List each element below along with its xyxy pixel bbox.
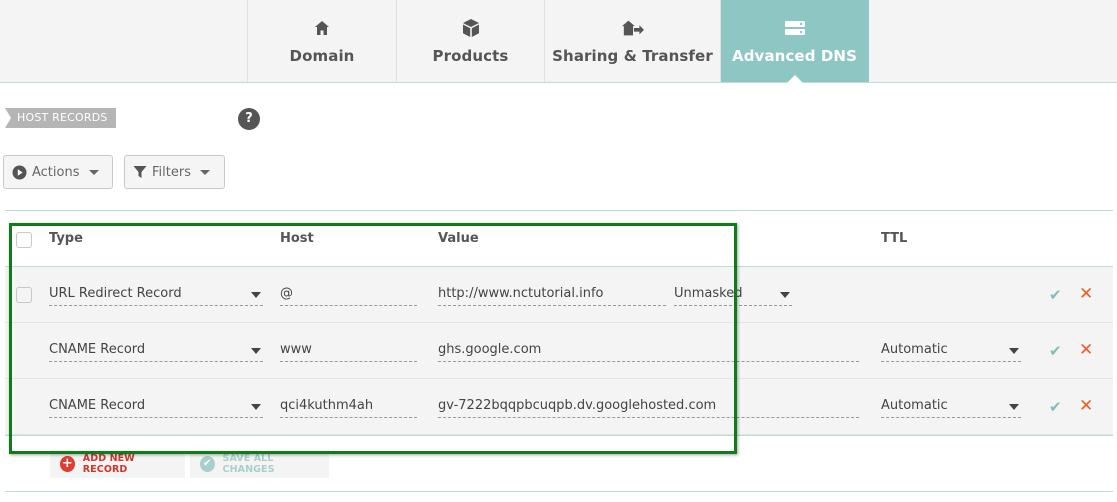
divider bbox=[5, 435, 1113, 436]
host-input[interactable]: @ bbox=[280, 284, 417, 306]
table-header: Type Host Value TTL bbox=[5, 211, 1113, 267]
row-checkbox[interactable] bbox=[16, 287, 32, 303]
host-input[interactable]: www bbox=[280, 340, 417, 362]
record-type-select[interactable]: CNAME Record bbox=[49, 340, 263, 362]
transfer-icon bbox=[621, 17, 644, 39]
record-type-select[interactable]: URL Redirect Record bbox=[49, 284, 263, 306]
tab-sharing-transfer[interactable]: Sharing & Transfer bbox=[545, 0, 721, 82]
tab-advanced-dns[interactable]: Advanced DNS bbox=[721, 0, 869, 83]
tab-products[interactable]: Products bbox=[397, 0, 545, 82]
divider bbox=[5, 491, 1113, 492]
record-type-value: CNAME Record bbox=[49, 342, 146, 357]
column-ttl: TTL bbox=[881, 231, 908, 246]
chevron-down-icon bbox=[199, 169, 210, 175]
home-icon bbox=[311, 17, 333, 39]
filters-dropdown[interactable]: Filters bbox=[124, 155, 225, 189]
column-value: Value bbox=[438, 231, 479, 246]
add-new-record-label: ADD NEW RECORD bbox=[82, 453, 135, 475]
chevron-down-icon bbox=[251, 292, 261, 298]
chevron-down-icon bbox=[1009, 404, 1019, 410]
mask-value: Unmasked bbox=[674, 286, 743, 301]
chevron-down-icon bbox=[88, 169, 99, 175]
tab-label: Sharing & Transfer bbox=[552, 47, 713, 65]
tab-bar-spacer bbox=[0, 0, 248, 82]
ttl-select[interactable]: Automatic bbox=[881, 396, 1021, 418]
box-icon bbox=[460, 17, 482, 39]
actions-label: Actions bbox=[32, 164, 80, 180]
add-new-record-button[interactable]: + ADD NEW RECORD bbox=[50, 450, 185, 478]
ttl-value: Automatic bbox=[881, 342, 948, 357]
save-all-changes-label: SAVE ALL CHANGES bbox=[222, 453, 275, 475]
ttl-value: Automatic bbox=[881, 398, 948, 413]
server-icon bbox=[784, 17, 806, 39]
plus-circle-icon: + bbox=[60, 456, 75, 472]
tab-label: Products bbox=[432, 47, 509, 65]
value-input[interactable]: http://www.nctutorial.info bbox=[438, 284, 666, 306]
mask-select[interactable]: Unmasked bbox=[674, 284, 792, 306]
filter-icon bbox=[133, 165, 147, 179]
tab-label: Domain bbox=[289, 47, 355, 65]
value-input[interactable]: gv-7222bqqpbcuqpb.dv.googlehosted.com bbox=[438, 396, 859, 418]
chevron-down-icon bbox=[251, 348, 261, 354]
actions-dropdown[interactable]: Actions bbox=[3, 155, 113, 189]
table-row: CNAME Record www ghs.google.com Automati… bbox=[5, 323, 1113, 379]
chevron-down-icon bbox=[1009, 348, 1019, 354]
chevron-down-icon bbox=[251, 404, 261, 410]
host-records-label: HOST RECORDS bbox=[5, 108, 116, 128]
table-row: CNAME Record qci4kuthm4ah gv-7222bqqpbcu… bbox=[5, 379, 1113, 435]
record-type-select[interactable]: CNAME Record bbox=[49, 396, 263, 418]
tab-bar: Domain Products Sharing & Transfer Advan… bbox=[0, 0, 1117, 83]
host-input[interactable]: qci4kuthm4ah bbox=[280, 396, 417, 418]
save-all-changes-button[interactable]: ✔ SAVE ALL CHANGES bbox=[190, 450, 329, 478]
column-type: Type bbox=[49, 231, 83, 246]
table-row: URL Redirect Record @ http://www.nctutor… bbox=[5, 267, 1113, 323]
value-input[interactable]: ghs.google.com bbox=[438, 340, 859, 362]
tab-label: Advanced DNS bbox=[732, 47, 857, 65]
chevron-down-icon bbox=[780, 292, 790, 298]
record-type-value: URL Redirect Record bbox=[49, 286, 182, 301]
column-host: Host bbox=[280, 231, 314, 246]
save-row-check-icon[interactable]: ✔ bbox=[1049, 286, 1062, 304]
delete-row-icon[interactable]: ✕ bbox=[1079, 284, 1093, 304]
ttl-select[interactable]: Automatic bbox=[881, 340, 1021, 362]
save-row-check-icon[interactable]: ✔ bbox=[1049, 342, 1062, 360]
check-circle-icon: ✔ bbox=[200, 456, 215, 472]
play-circle-icon bbox=[12, 165, 27, 180]
help-icon[interactable]: ? bbox=[238, 108, 260, 130]
delete-row-icon[interactable]: ✕ bbox=[1079, 396, 1093, 416]
select-all-checkbox[interactable] bbox=[16, 232, 32, 248]
save-row-check-icon[interactable]: ✔ bbox=[1049, 398, 1062, 416]
delete-row-icon[interactable]: ✕ bbox=[1079, 340, 1093, 360]
tab-domain[interactable]: Domain bbox=[248, 0, 397, 82]
record-type-value: CNAME Record bbox=[49, 398, 146, 413]
filters-label: Filters bbox=[152, 164, 191, 180]
